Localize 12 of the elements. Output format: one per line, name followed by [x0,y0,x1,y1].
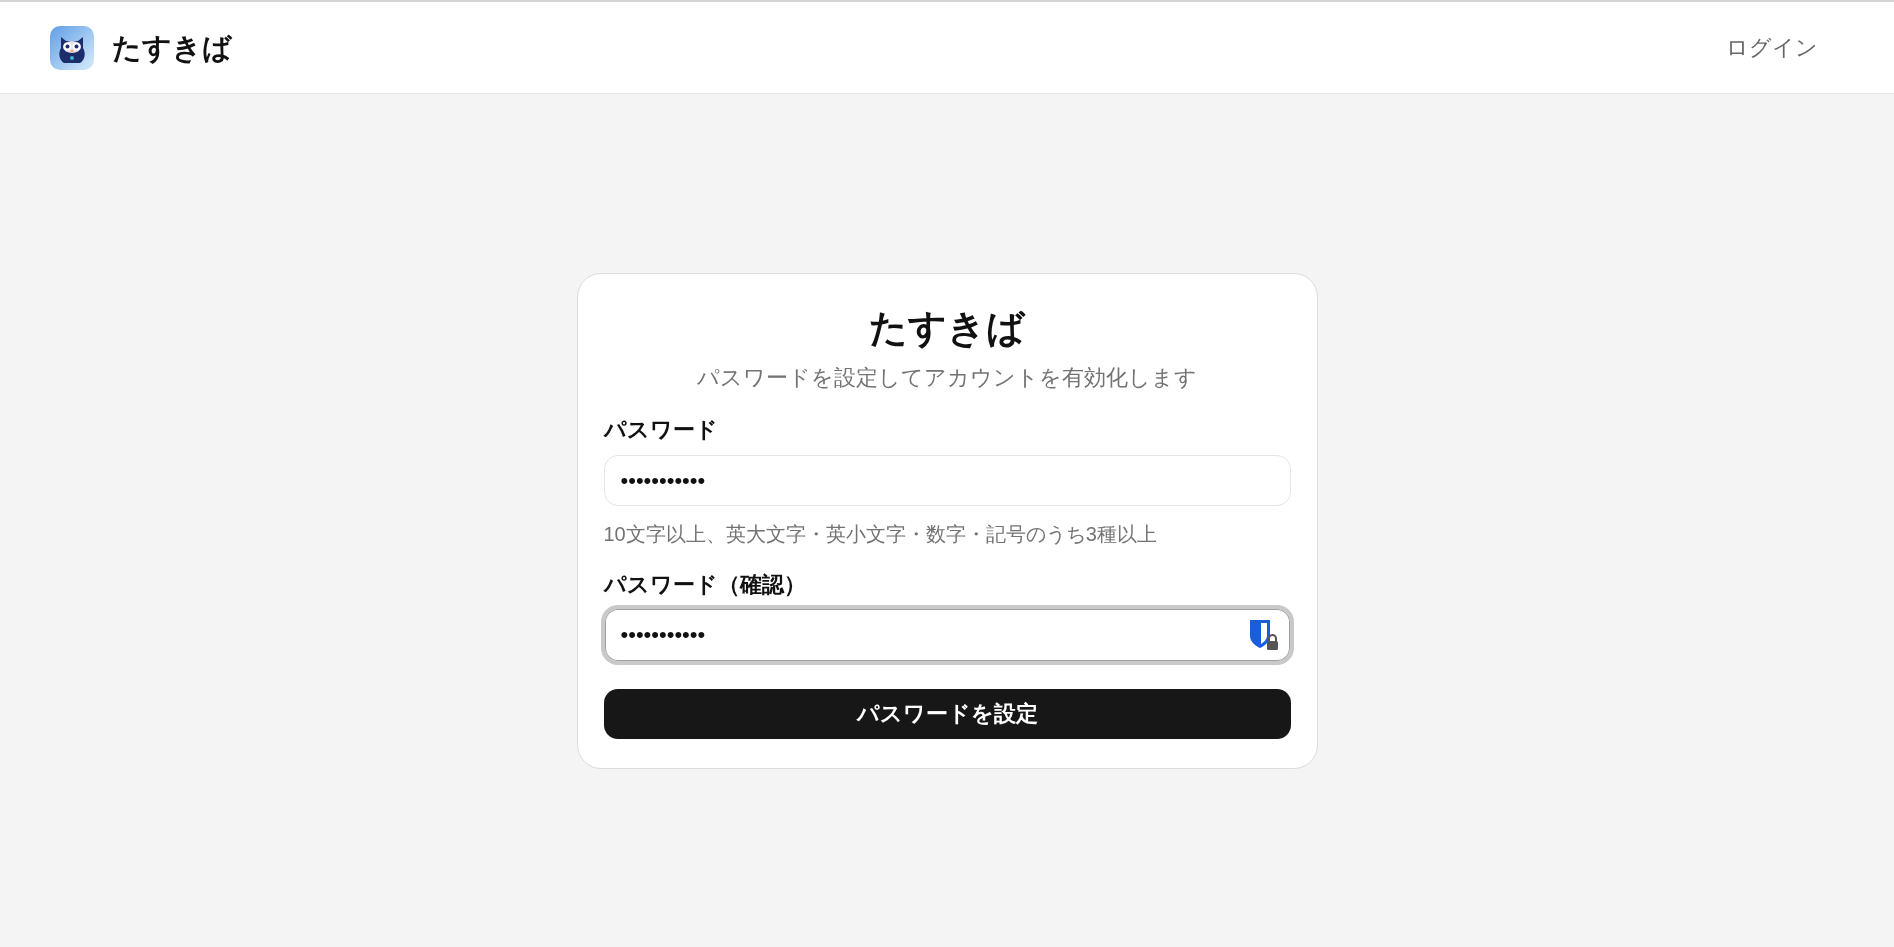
field-label: パスワード [603,415,719,444]
card-subtitle: パスワードを設定してアカウントを有効化します [696,363,1198,392]
password-field[interactable]: ••••••••••• [600,604,1294,665]
shield-lock-icon[interactable] [1249,619,1278,650]
set-password-button[interactable]: パスワードを設定 [603,688,1291,739]
login-link[interactable]: ログイン [1726,32,1818,63]
password-field[interactable]: ••••••••••• [603,454,1291,506]
field-label: パスワード（確認） [603,570,807,599]
brand-name: たすきば [112,30,232,66]
owl-logo-icon [50,25,94,70]
hint-text: 10文字以上、英大文字・英小文字・数字・記号のうち3種以上 [603,521,1158,547]
card-title: たすきば [868,305,1027,351]
